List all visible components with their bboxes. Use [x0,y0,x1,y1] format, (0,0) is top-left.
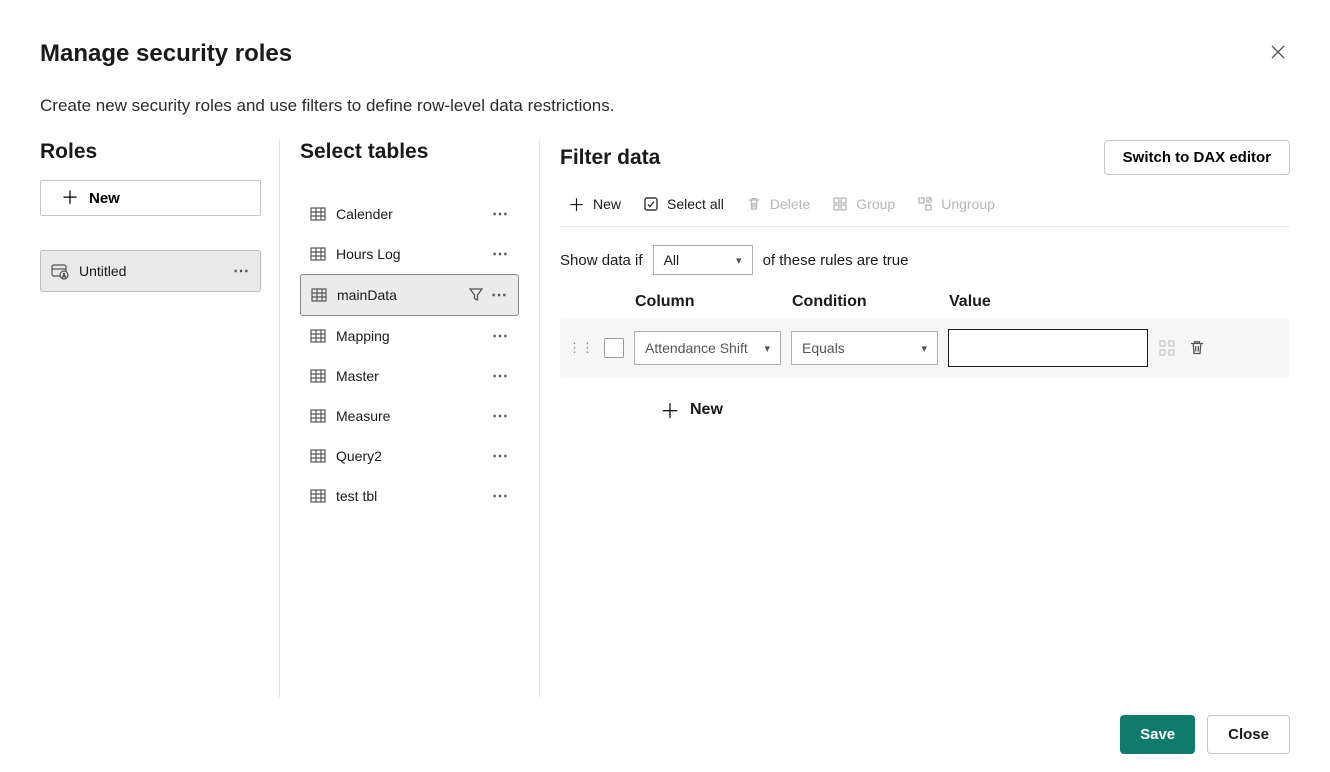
table-more-button[interactable]: ⋯ [492,446,509,466]
header-column: Column [635,293,792,311]
table-name: Measure [336,408,390,424]
table-item-measure[interactable]: Measure ⋯ [300,396,519,436]
dialog-subtitle: Create new security roles and use filter… [40,96,1290,116]
rule-group-icon [1158,339,1176,357]
table-item-test-tbl[interactable]: test tbl ⋯ [300,476,519,516]
table-item-maindata[interactable]: mainData ⋯ [300,274,519,316]
role-item[interactable]: Untitled ⋯ [40,250,261,292]
toolbar-ungroup-label: Ungroup [941,196,995,212]
filter-toolbar: ＋ New Select all Delete Group Ungr [560,183,1290,227]
save-button[interactable]: Save [1120,715,1195,754]
table-icon [310,246,326,262]
chevron-down-icon: ▾ [764,342,770,355]
toolbar-delete-button: Delete [746,196,810,212]
close-icon [1270,44,1286,60]
dialog-title: Manage security roles [40,40,292,68]
role-icon [51,262,69,280]
toolbar-ungroup-button: Ungroup [917,196,995,212]
group-icon [832,196,848,212]
rule-condition-select[interactable]: Equals ▾ [791,331,938,365]
show-data-select[interactable]: All ▾ [653,245,753,275]
table-icon [310,206,326,222]
close-footer-button[interactable]: Close [1207,715,1290,754]
table-icon [311,287,327,303]
toolbar-group-label: Group [856,196,895,212]
chevron-down-icon: ▾ [736,254,742,267]
new-role-label: New [89,190,120,207]
toolbar-select-all-button[interactable]: Select all [643,196,724,212]
rule-condition-value: Equals [802,340,845,356]
table-more-button[interactable]: ⋯ [491,285,508,305]
new-role-button[interactable]: ＋ New [40,180,261,216]
toolbar-new-label: New [593,196,621,212]
table-icon [310,448,326,464]
table-item-hours-log[interactable]: Hours Log ⋯ [300,234,519,274]
table-item-calender[interactable]: Calender ⋯ [300,194,519,234]
chevron-down-icon: ▾ [921,342,927,355]
table-name: mainData [337,287,397,303]
header-condition: Condition [792,293,949,311]
trash-icon [746,196,762,212]
toolbar-new-button[interactable]: ＋ New [568,191,621,216]
switch-dax-label: Switch to DAX editor [1123,149,1271,166]
table-more-button[interactable]: ⋯ [492,204,509,224]
table-more-button[interactable]: ⋯ [492,244,509,264]
role-name: Untitled [79,263,126,279]
switch-dax-button[interactable]: Switch to DAX editor [1104,140,1290,175]
table-name: Query2 [336,448,382,464]
table-more-button[interactable]: ⋯ [492,406,509,426]
rule-column-select[interactable]: Attendance Shift ▾ [634,331,781,365]
role-more-button[interactable]: ⋯ [233,261,250,281]
table-name: Hours Log [336,246,401,262]
ungroup-icon [917,196,933,212]
save-label: Save [1140,726,1175,743]
table-icon [310,408,326,424]
table-name: Master [336,368,379,384]
add-rule-label: New [690,401,723,419]
toolbar-group-button: Group [832,196,895,212]
plus-icon: ＋ [660,395,680,424]
tables-list: Calender ⋯ Hours Log ⋯ mainData [300,194,519,516]
filter-icon [469,288,483,302]
rule-value-input[interactable] [948,329,1148,367]
select-all-icon [643,196,659,212]
toolbar-select-all-label: Select all [667,196,724,212]
show-data-suffix: of these rules are true [763,252,909,269]
table-item-master[interactable]: Master ⋯ [300,356,519,396]
add-rule-button[interactable]: ＋ New [660,395,1290,424]
drag-handle[interactable]: ⋮⋮ [568,340,594,356]
table-icon [310,368,326,384]
rule-column-value: Attendance Shift [645,340,748,356]
table-icon [310,488,326,504]
plus-icon: ＋ [61,189,79,207]
table-more-button[interactable]: ⋯ [492,366,509,386]
header-value: Value [949,293,1290,311]
table-name: test tbl [336,488,377,504]
table-name: Calender [336,206,393,222]
tables-title: Select tables [300,140,519,164]
close-button[interactable] [1266,40,1290,64]
rule-checkbox[interactable] [604,338,624,358]
table-more-button[interactable]: ⋯ [492,326,509,346]
show-data-prefix: Show data if [560,252,643,269]
close-label: Close [1228,726,1269,743]
table-item-mapping[interactable]: Mapping ⋯ [300,316,519,356]
filter-title: Filter data [560,146,660,170]
plus-icon: ＋ [568,191,585,216]
show-data-select-value: All [664,252,680,268]
rule-delete-button[interactable] [1188,339,1206,357]
toolbar-delete-label: Delete [770,196,810,212]
table-item-query2[interactable]: Query2 ⋯ [300,436,519,476]
roles-title: Roles [40,140,261,164]
table-icon [310,328,326,344]
table-name: Mapping [336,328,390,344]
table-more-button[interactable]: ⋯ [492,486,509,506]
rule-row: ⋮⋮ Attendance Shift ▾ Equals ▾ [560,319,1290,377]
